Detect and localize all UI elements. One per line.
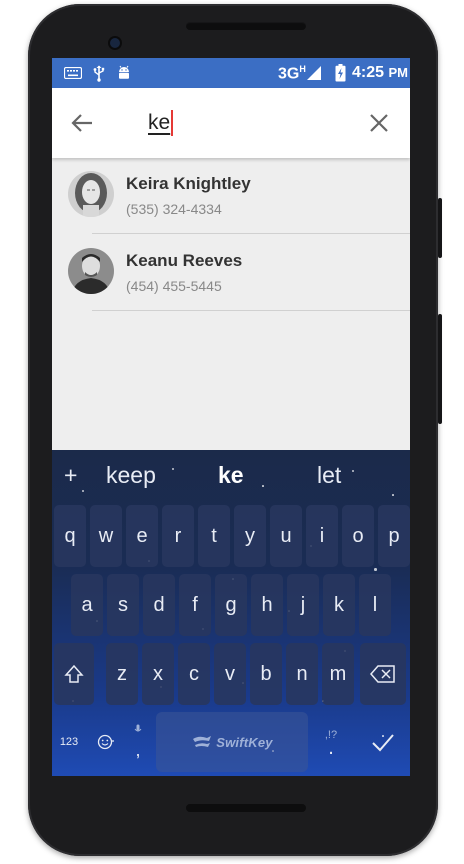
numbers-key[interactable]: 123 [54, 712, 84, 772]
swiftkey-keyboard: + keep ke let qwertyuiop asdfghjkl zxcvbnm… [52, 450, 410, 776]
divider [92, 310, 410, 311]
smiley-icon [97, 734, 113, 750]
avatar [68, 248, 114, 294]
key-e[interactable]: e [126, 505, 158, 567]
contact-name: Keanu Reeves [126, 251, 243, 270]
key-o[interactable]: o [342, 505, 374, 567]
checkmark-icon [372, 734, 394, 752]
space-bar[interactable]: SwiftKey [156, 712, 308, 772]
contact-name: Keira Knightley [126, 174, 251, 193]
star-dot [374, 568, 377, 571]
expand-toolbar-button[interactable]: + [64, 462, 77, 489]
earpiece-speaker [186, 22, 306, 30]
backspace-key[interactable] [360, 643, 406, 705]
contact-phone: (535) 324-4334 [126, 201, 222, 217]
search-bar: ke [52, 88, 410, 158]
battery-charging-icon [334, 64, 346, 82]
prediction-left[interactable]: keep [106, 462, 156, 489]
key-d[interactable]: d [143, 574, 175, 636]
arrow-left-icon[interactable] [70, 110, 96, 136]
key-j[interactable]: j [287, 574, 319, 636]
avatar [68, 171, 114, 217]
android-debug-icon [116, 65, 132, 81]
key-b[interactable]: b [250, 643, 282, 705]
shift-key[interactable] [54, 643, 94, 705]
key-x[interactable]: x [142, 643, 174, 705]
swiftkey-logo-icon [193, 736, 212, 747]
key-s[interactable]: s [107, 574, 139, 636]
power-button [438, 314, 442, 424]
comma-key[interactable]: , [124, 712, 152, 772]
punctuation-key[interactable]: ,!? . [314, 712, 348, 772]
key-q[interactable]: q [54, 505, 86, 567]
search-input[interactable]: ke [148, 108, 358, 138]
key-k[interactable]: k [323, 574, 355, 636]
clock: 4:25 PM [352, 64, 408, 81]
key-u[interactable]: u [270, 505, 302, 567]
key-i[interactable]: i [306, 505, 338, 567]
emoji-key[interactable] [90, 712, 120, 772]
key-v[interactable]: v [214, 643, 246, 705]
search-query: ke [148, 111, 171, 134]
status-bar: 3GH 4:25 PM [52, 58, 410, 88]
divider [92, 233, 410, 234]
key-n[interactable]: n [286, 643, 318, 705]
front-camera [110, 38, 120, 48]
keyboard-icon [64, 65, 82, 81]
volume-button [438, 198, 442, 258]
list-item[interactable]: Keira Knightley (535) 324-4334 [52, 158, 410, 234]
network-type: 3GH [278, 64, 306, 83]
contact-results-list: Keira Knightley (535) 324-4334 Keanu Ree… [52, 158, 410, 450]
key-w[interactable]: w [90, 505, 122, 567]
backspace-icon [370, 665, 395, 683]
key-p[interactable]: p [378, 505, 410, 567]
prediction-right[interactable]: let [317, 462, 341, 489]
prediction-center[interactable]: ke [218, 462, 244, 489]
list-item[interactable]: Keanu Reeves (454) 455-5445 [52, 235, 410, 311]
enter-key[interactable] [360, 712, 406, 772]
signal-icon [306, 65, 322, 81]
key-c[interactable]: c [178, 643, 210, 705]
key-h[interactable]: h [251, 574, 283, 636]
screen: 3GH 4:25 PM ke Keira Knightley (535) 324… [52, 58, 410, 776]
key-y[interactable]: y [234, 505, 266, 567]
shift-arrow-icon [64, 664, 84, 683]
text-cursor [171, 110, 174, 136]
key-g[interactable]: g [215, 574, 247, 636]
key-l[interactable]: l [359, 574, 391, 636]
key-r[interactable]: r [162, 505, 194, 567]
contact-phone: (454) 455-5445 [126, 278, 222, 294]
key-f[interactable]: f [179, 574, 211, 636]
microphone-icon [134, 724, 142, 731]
close-icon[interactable] [368, 112, 390, 134]
prediction-bar: + keep ke let [52, 450, 410, 502]
key-a[interactable]: a [71, 574, 103, 636]
key-m[interactable]: m [322, 643, 354, 705]
key-t[interactable]: t [198, 505, 230, 567]
bottom-speaker [186, 804, 306, 812]
usb-icon [92, 65, 106, 82]
key-z[interactable]: z [106, 643, 138, 705]
